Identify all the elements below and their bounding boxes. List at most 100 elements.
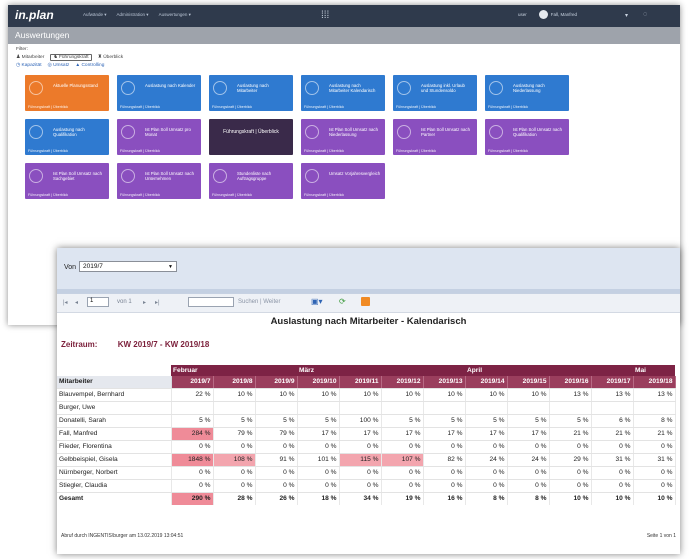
utilization-cell: 10 % <box>339 388 382 402</box>
employee-name: Burger, Uwe <box>57 401 172 415</box>
app-logo[interactable]: in.plan <box>15 8 54 22</box>
menu-auswertungen[interactable]: Auswertungen ▾ <box>159 12 191 18</box>
column-header-mitarbeiter: Mitarbeiter <box>57 376 172 389</box>
utilization-cell: 31 % <box>633 453 676 467</box>
utilization-cell: 0 % <box>591 466 634 480</box>
find-next-link[interactable]: Suchen | Weiter <box>238 299 280 305</box>
utilization-cell: 21 % <box>549 427 592 441</box>
utilization-cell <box>213 401 256 415</box>
utilization-cell: 0 % <box>465 440 508 454</box>
apps-grid-icon[interactable]: ⁞⁞⁞ <box>321 10 329 21</box>
report-title: Auslastung nach Mitarbeiter - Kalendaris… <box>270 316 467 327</box>
page-count-label: von 1 <box>117 299 132 305</box>
next-page-button[interactable]: ▸ <box>143 299 146 306</box>
utilization-cell: 0 % <box>465 466 508 480</box>
utilization-cell: 0 % <box>171 479 214 493</box>
week-header: 2019/7 <box>171 376 214 389</box>
utilization-cell: 0 % <box>381 479 424 493</box>
menu-aufwaende[interactable]: Aufwände ▾ <box>83 12 107 18</box>
search-input[interactable] <box>188 297 234 307</box>
period-select[interactable]: 2019/7 ▼ <box>79 261 177 272</box>
first-page-button[interactable]: |◂ <box>63 299 68 306</box>
report-tile[interactable]: Auslastung nach Mitarbeiter Kalendarisch… <box>301 75 385 111</box>
previous-page-button[interactable]: ◂ <box>75 299 78 306</box>
tile-footer: Führungskraft | Überblick <box>396 149 437 153</box>
tile-icon <box>29 125 43 139</box>
tile-icon <box>489 125 503 139</box>
filter-umsatz[interactable]: ◎ Umsatz <box>48 63 70 68</box>
report-tile[interactable]: Ist Plan Soll Umsatz nach Partner Führung… <box>393 119 477 155</box>
utilization-cell <box>171 401 214 415</box>
utilization-cell: 17 % <box>297 427 340 441</box>
utilization-cell: 10 % <box>423 388 466 402</box>
print-icon[interactable] <box>361 297 370 306</box>
utilization-cell: 10 % <box>507 388 550 402</box>
utilization-cell: 0 % <box>591 440 634 454</box>
report-tile[interactable]: Umsatz Vorjahresvergleich Führungskraft |… <box>301 163 385 199</box>
last-page-button[interactable]: ▸| <box>155 299 160 306</box>
tile-title: Ist Plan Soll Umsatz nach Partner <box>421 127 470 137</box>
report-tile[interactable]: Auslastung nach Qualifikation Führungskra… <box>25 119 109 155</box>
utilization-cell: 0 % <box>423 440 466 454</box>
total-row: Gesamt 290 % 28 % 26 % 18 % 34 % 19 % 16 % 8 % 8 … <box>57 491 676 505</box>
tile-icon <box>121 81 135 95</box>
report-tile[interactable]: Ist Plan Soll Umsatz pro Monat Führungskr… <box>117 119 201 155</box>
table-row: Blauvempel, Bernhard 22 % 10 % 10 % 10 % 10 %… <box>57 388 676 402</box>
report-tile[interactable]: Ist Plan Soll Umsatz nach Qualifikation F… <box>485 119 569 155</box>
utilization-cell <box>381 401 424 415</box>
table-row: Burger, Uwe <box>57 401 676 415</box>
filter-ueberblick[interactable]: ♜ Überblick <box>98 55 124 60</box>
utilization-cell: 0 % <box>339 440 382 454</box>
menu-administration[interactable]: Administration ▾ <box>117 12 149 18</box>
utilization-cell <box>591 401 634 415</box>
report-tile[interactable]: Auslastung nach Mitarbeiter Führungskraft… <box>209 75 293 111</box>
utilization-cell: 108 % <box>213 453 256 467</box>
tile-icon <box>213 81 227 95</box>
report-tile[interactable]: Aktuelle Planungsstand Führungskraft | Üb… <box>25 75 109 111</box>
utilization-cell: 0 % <box>465 479 508 493</box>
week-header: 2019/18 <box>633 376 676 389</box>
user-menu[interactable]: user Fall, Manfred <box>518 10 577 19</box>
utilization-cell: 6 % <box>591 414 634 428</box>
utilization-cell: 91 % <box>255 453 298 467</box>
tile-title: Auslastung nach Qualifikation <box>53 127 85 137</box>
week-header: 2019/16 <box>549 376 592 389</box>
utilization-cell <box>465 401 508 415</box>
employee-name: Blauvempel, Bernhard <box>57 388 172 402</box>
utilization-cell: 82 % <box>423 453 466 467</box>
utilization-cell: 0 % <box>213 479 256 493</box>
chevron-down-icon[interactable]: ▾ <box>625 12 628 19</box>
report-tile[interactable]: Auslastung inkl. Urlaub und Stundensoldo… <box>393 75 477 111</box>
utilization-cell: 0 % <box>549 466 592 480</box>
export-icon[interactable]: ▣▾ <box>311 297 323 306</box>
tile-footer: Führungskraft | Überblick <box>396 105 437 109</box>
utilization-cell: 8 % <box>633 414 676 428</box>
help-icon[interactable]: ◌ <box>643 11 647 18</box>
report-viewer-window: Von 2019/7 ▼ |◂ ◂ 1 von 1 ▸ ▸| Suchen | … <box>57 248 680 554</box>
utilization-cell: 0 % <box>507 479 550 493</box>
employee-name: Flieder, Florentina <box>57 440 172 454</box>
utilization-cell: 22 % <box>171 388 214 402</box>
filter-fuehrungskraft[interactable]: ♞ Führungskraft <box>50 54 92 61</box>
utilization-cell <box>255 401 298 415</box>
report-tile[interactable]: Ist Plan Soll Umsatz nach Niederlassung F… <box>301 119 385 155</box>
report-tile[interactable]: Auslastung nach Niederlassung Führungskra… <box>485 75 569 111</box>
utilization-cell: 13 % <box>591 388 634 402</box>
employee-name: Stiegler, Claudia <box>57 479 172 493</box>
page-number-input[interactable]: 1 <box>87 297 109 307</box>
report-tile[interactable]: Auslastung nach Kalender Führungskraft | … <box>117 75 201 111</box>
refresh-icon[interactable]: ⟳ <box>339 297 346 306</box>
report-tile[interactable]: Stundenliste nach Auftragsgruppe Führungs… <box>209 163 293 199</box>
tile-icon <box>397 81 411 95</box>
tile-footer: Führungskraft | Überblick <box>488 149 529 153</box>
filter-mitarbeiter[interactable]: ♟ Mitarbeiter <box>16 55 44 60</box>
tile-footer: Führungskraft | Überblick <box>304 105 345 109</box>
utilization-cell: 17 % <box>423 427 466 441</box>
filter-controlling[interactable]: ▲ Controlling <box>75 63 104 68</box>
report-tile[interactable]: Führungskraft | Überblick <box>209 119 293 155</box>
tile-title: Ist Plan Soll Umsatz nach Sachgebiet <box>53 171 102 181</box>
report-tile[interactable]: Ist Plan Soll Umsatz nach Sachgebiet Führ… <box>25 163 109 199</box>
filter-kapazitaet[interactable]: ◷ Kapazität <box>16 63 42 68</box>
report-tile[interactable]: Ist Plan Soll Umsatz nach Unternehmen Füh… <box>117 163 201 199</box>
utilization-cell: 284 % <box>171 427 214 441</box>
